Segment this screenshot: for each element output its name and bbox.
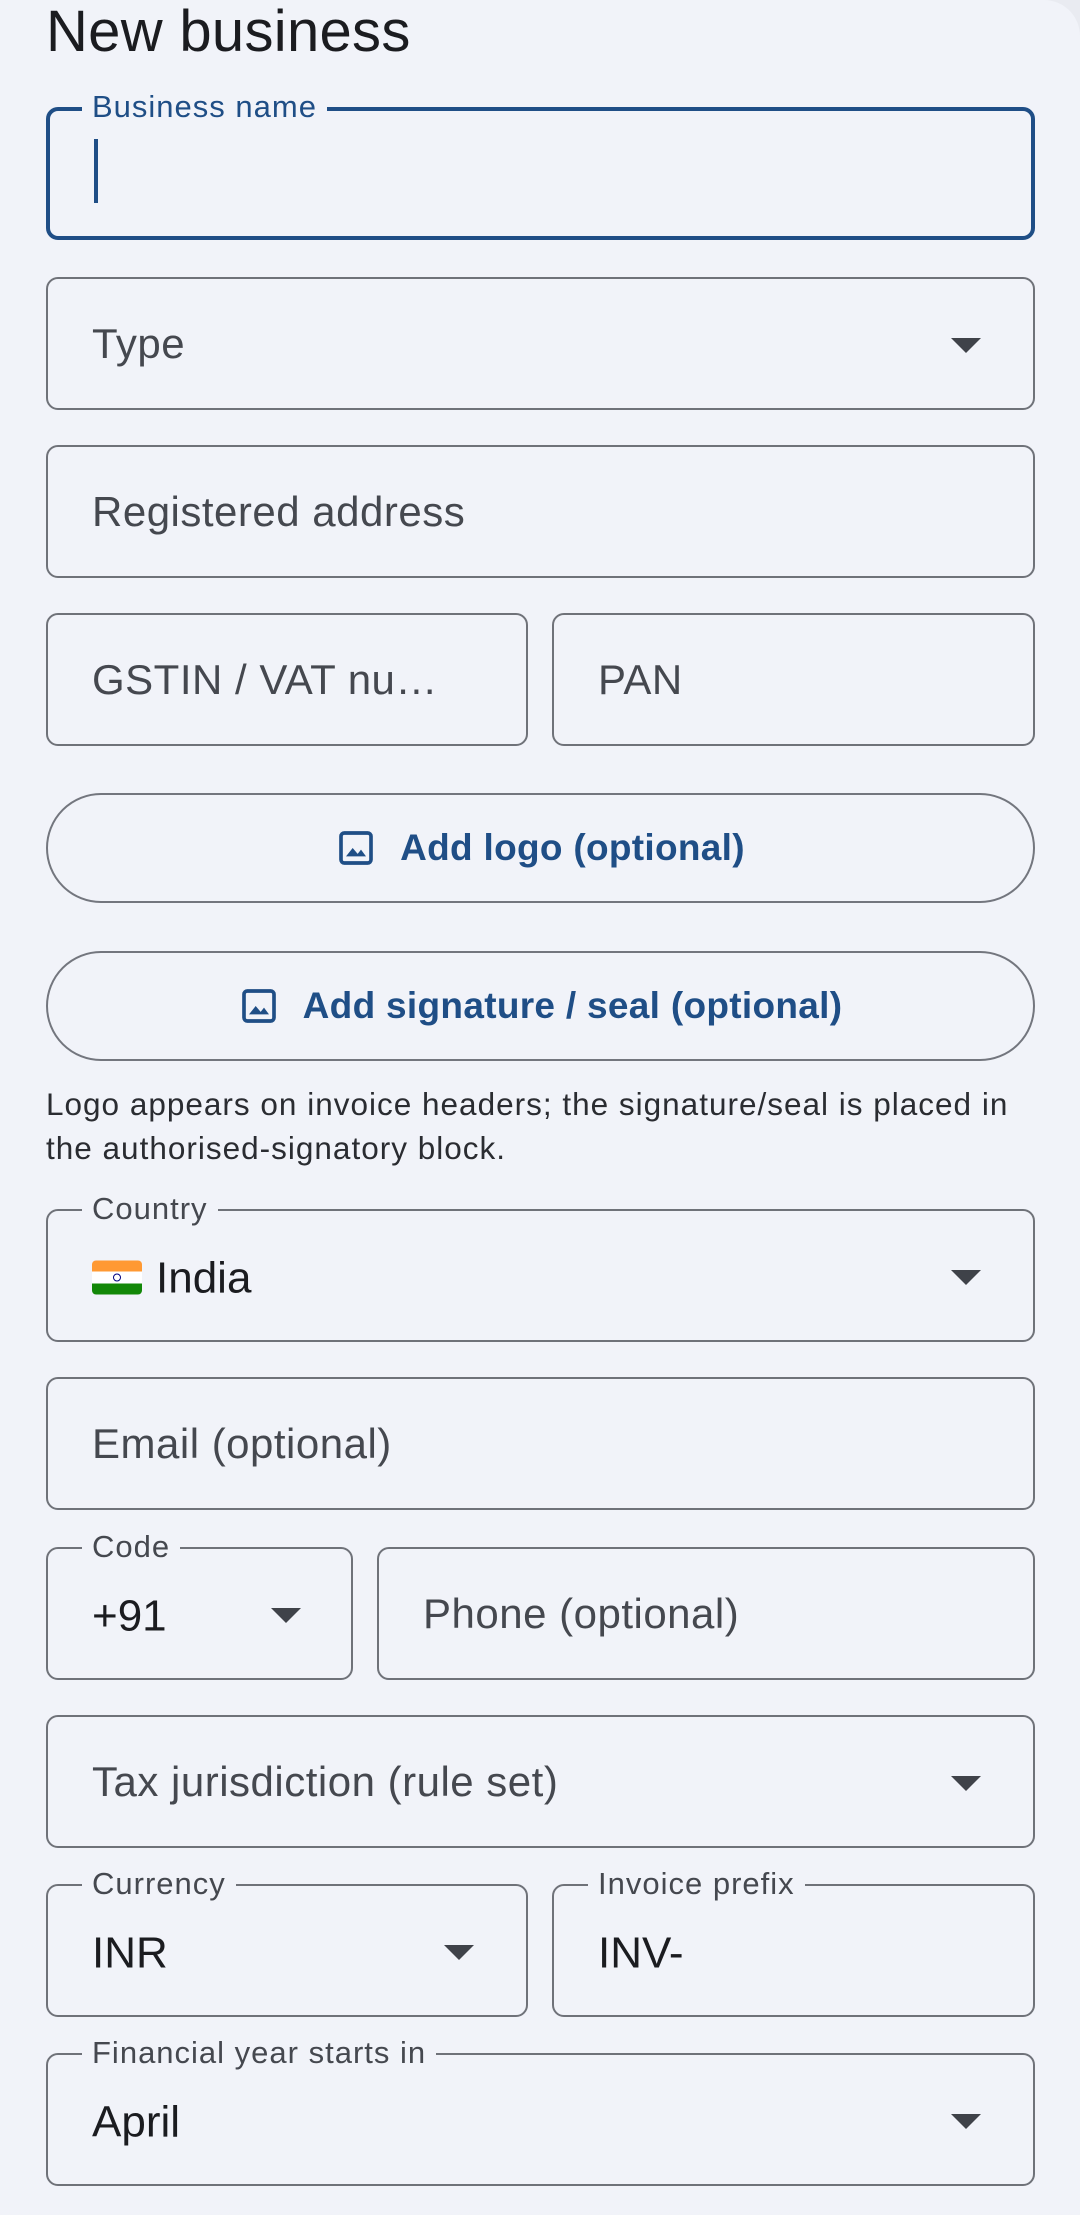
tax-jurisdiction-dropdown[interactable]: Tax jurisdiction (rule set) <box>46 1715 1035 1848</box>
phone-code-label: Code <box>82 1531 181 1563</box>
currency-dropdown[interactable]: Currency INR <box>46 1868 528 2017</box>
country-value: India <box>156 1253 252 1302</box>
india-flag-icon <box>92 1260 142 1295</box>
pan-field[interactable]: PAN <box>552 613 1035 746</box>
invoice-prefix-field[interactable]: Invoice prefix INV- <box>552 1868 1035 2017</box>
dropdown-arrow-icon <box>271 1607 301 1623</box>
pan-placeholder: PAN <box>598 655 683 703</box>
registered-address-field[interactable]: Registered address <box>46 445 1035 578</box>
business-name-label: Business name <box>82 91 327 123</box>
currency-value: INR <box>92 1928 168 1977</box>
dropdown-arrow-icon <box>951 1775 981 1791</box>
financial-year-label: Financial year starts in <box>82 2037 437 2069</box>
dropdown-arrow-icon <box>951 337 981 353</box>
type-placeholder: Type <box>92 319 186 367</box>
phone-code-value: +91 <box>92 1591 167 1640</box>
country-label: Country <box>82 1193 218 1225</box>
financial-year-dropdown[interactable]: Financial year starts in April <box>46 2037 1035 2186</box>
country-value-wrap: India <box>92 1253 251 1303</box>
invoice-prefix-label: Invoice prefix <box>588 1868 805 1900</box>
currency-label: Currency <box>82 1868 236 1900</box>
type-dropdown[interactable]: Type <box>46 277 1035 410</box>
dropdown-arrow-icon <box>951 2113 981 2129</box>
add-logo-button[interactable]: Add logo (optional) <box>46 793 1035 903</box>
phone-field[interactable]: Phone (optional) <box>377 1547 1035 1680</box>
new-business-sheet: New business Business name Type Register… <box>0 0 1080 2215</box>
registered-address-placeholder: Registered address <box>92 487 466 535</box>
country-dropdown[interactable]: Country India <box>46 1193 1035 1342</box>
email-field[interactable]: Email (optional) <box>46 1377 1035 1510</box>
image-icon <box>241 989 276 1023</box>
financial-year-value: April <box>92 2097 181 2146</box>
gstin-field[interactable]: GSTIN / VAT nu… <box>46 613 528 746</box>
invoice-prefix-value: INV- <box>598 1928 684 1977</box>
dropdown-arrow-icon <box>444 1944 474 1960</box>
add-signature-label: Add signature / seal (optional) <box>302 985 843 1026</box>
page-title: New business <box>46 0 411 64</box>
add-logo-label: Add logo (optional) <box>400 827 745 868</box>
image-icon <box>339 831 373 865</box>
email-placeholder: Email (optional) <box>92 1419 392 1467</box>
add-signature-button[interactable]: Add signature / seal (optional) <box>46 951 1035 1061</box>
gstin-placeholder: GSTIN / VAT nu… <box>92 655 438 703</box>
phone-placeholder: Phone (optional) <box>423 1589 740 1637</box>
business-name-field[interactable]: Business name <box>46 91 1035 240</box>
logo-helper-text: Logo appears on invoice headers; the sig… <box>46 1086 1009 1166</box>
text-cursor <box>94 139 98 203</box>
tax-jurisdiction-placeholder: Tax jurisdiction (rule set) <box>92 1757 559 1805</box>
dropdown-arrow-icon <box>951 1269 981 1285</box>
phone-code-dropdown[interactable]: Code +91 <box>46 1531 353 1680</box>
